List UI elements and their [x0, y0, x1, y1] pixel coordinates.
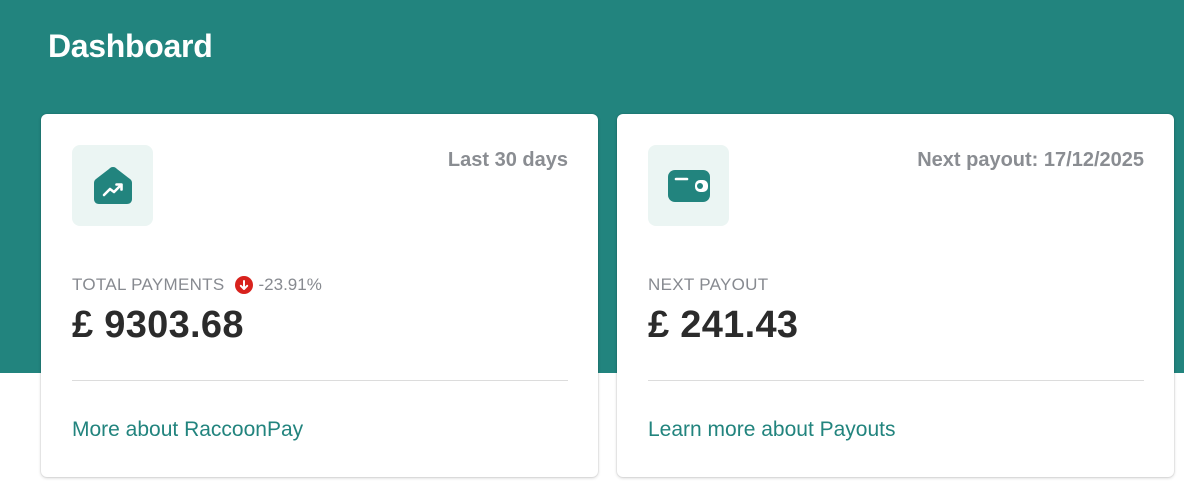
next-payout-card: Next payout: 17/12/2025 NEXT PAYOUT £ 24…: [617, 114, 1174, 477]
total-payments-icon-tile: [72, 145, 153, 226]
total-payments-card: Last 30 days TOTAL PAYMENTS -23.91% £ 93…: [41, 114, 598, 477]
trending-up-icon: [93, 166, 132, 204]
arrow-down-icon: [234, 276, 253, 294]
total-payments-label-row: TOTAL PAYMENTS -23.91%: [72, 275, 322, 295]
next-payout-label-row: NEXT PAYOUT: [648, 275, 768, 295]
total-payments-value: £ 9303.68: [72, 304, 244, 346]
stat-label: TOTAL PAYMENTS: [72, 275, 225, 294]
more-about-raccoonpay-link[interactable]: More about RaccoonPay: [72, 418, 303, 442]
divider: [72, 380, 568, 381]
period-label: Last 30 days: [447, 149, 568, 171]
payout-date-label: Next payout: 17/12/2025: [917, 149, 1144, 171]
wallet-icon: [667, 169, 710, 202]
next-payout-value: £ 241.43: [648, 304, 799, 346]
stat-label: NEXT PAYOUT: [648, 275, 769, 294]
divider: [648, 380, 1144, 381]
next-payout-icon-tile: [648, 145, 729, 226]
page-title: Dashboard: [48, 28, 213, 64]
learn-more-payouts-link[interactable]: Learn more about Payouts: [648, 418, 896, 442]
change-percentage: -23.91%: [258, 275, 322, 294]
